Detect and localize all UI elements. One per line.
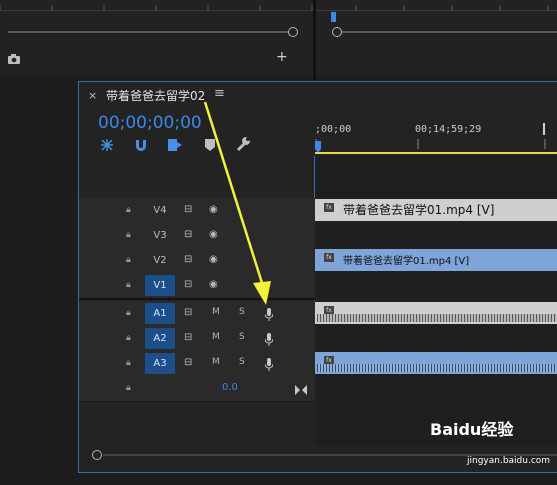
baidu-logo: Baidu经验 xyxy=(430,416,513,440)
annotation-arrow xyxy=(203,101,271,305)
watermark-url: jingyan.baidu.com xyxy=(467,456,551,466)
watermark-brand: Baidu经验 xyxy=(430,420,514,439)
